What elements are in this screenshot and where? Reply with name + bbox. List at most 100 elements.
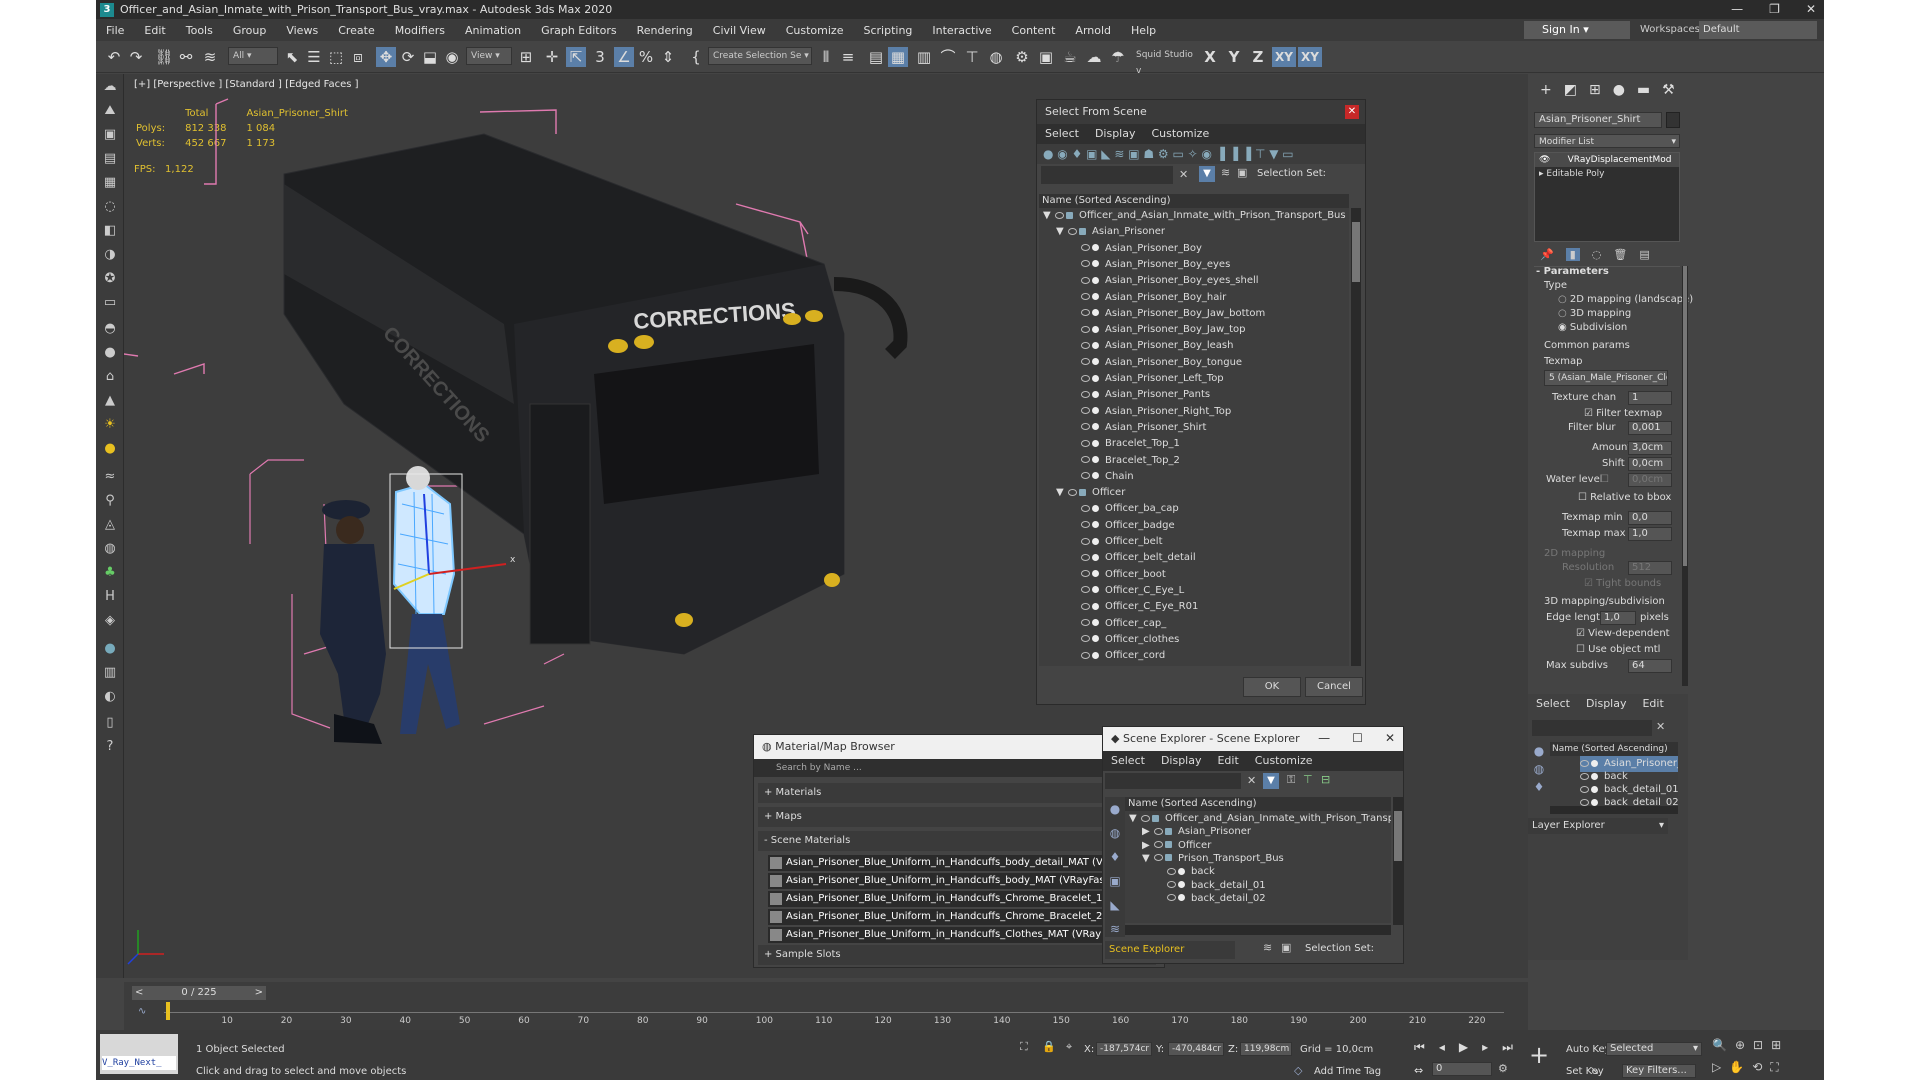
select-list-item[interactable]: Asian_Prisoner_Boy_eyes_shell [1069, 273, 1259, 289]
layer-search-clear-icon[interactable]: ✕ [1656, 720, 1665, 733]
timeline-track[interactable] [164, 1012, 1504, 1013]
select-list-item[interactable]: Asian_Prisoner_Boy [1069, 241, 1202, 257]
fur-icon[interactable]: ≈ [101, 468, 119, 486]
type-option-2d[interactable]: ○ 2D mapping (landscape) [1558, 294, 1693, 305]
window-crossing-icon[interactable]: ⧈ [348, 47, 368, 67]
select-list-item[interactable]: Officer_cord [1069, 648, 1165, 664]
percent-snap-icon[interactable]: % [636, 47, 656, 67]
visibility-eye-icon[interactable] [1081, 407, 1090, 415]
scene-menu-select[interactable]: Select [1111, 751, 1145, 771]
zoom-extents-all-icon[interactable]: ⊞ [1771, 1038, 1781, 1052]
sound-icon[interactable]: ◑ [101, 246, 119, 264]
link-icon[interactable]: ⛓ [154, 47, 174, 67]
layer-horizontal-scrollbar[interactable] [1550, 806, 1678, 814]
use-object-mtl-checkbox[interactable]: ☐ Use object mtl [1576, 644, 1660, 655]
menu-create[interactable]: Create [328, 24, 385, 37]
angle-snap-icon[interactable]: ∠ [614, 47, 634, 67]
max-subdivs-spinner[interactable]: 64 [1628, 659, 1672, 673]
view-dependent-checkbox[interactable]: ☑ View-dependent [1576, 628, 1670, 639]
texture-icon[interactable]: ◈ [101, 612, 119, 630]
current-frame-field[interactable]: 0 [1432, 1062, 1492, 1076]
water-level-checkbox[interactable]: ☐ [1600, 474, 1609, 485]
expand-arrow-icon[interactable]: ▼ [1056, 224, 1068, 240]
select-list-item[interactable]: Asian_Prisoner_Pants [1069, 387, 1210, 403]
select-list-item[interactable]: Asian_Prisoner_Boy_hair [1069, 290, 1226, 306]
minimize-icon[interactable]: — [1731, 0, 1743, 19]
visibility-eye-icon[interactable] [1081, 309, 1090, 317]
visibility-eye-icon[interactable] [1081, 341, 1090, 349]
plant-icon[interactable]: ♣ [101, 564, 119, 582]
menu-interactive[interactable]: Interactive [922, 24, 1001, 37]
scene-layers-icon[interactable]: ⊟ [1321, 773, 1330, 786]
select-list-item[interactable]: Officer_cap_ [1069, 616, 1166, 632]
configure-modifiers-icon[interactable]: ▤ [1639, 248, 1649, 261]
rendered-frame-icon[interactable]: ▣ [1036, 47, 1056, 67]
time-slider[interactable]: <0 / 225 > [132, 986, 266, 1000]
scene-filter-icon[interactable]: ▼ [1263, 773, 1279, 789]
visibility-eye-icon[interactable] [1081, 619, 1090, 626]
place-icon[interactable]: ◉ [442, 47, 462, 67]
texmap-max-spinner[interactable]: 1,0 [1628, 527, 1672, 541]
visibility-eye-icon[interactable] [1081, 276, 1090, 284]
sphere-icon[interactable]: ● [101, 344, 119, 362]
visibility-eye-icon[interactable] [1167, 881, 1176, 888]
modify-tab-icon[interactable]: ◩ [1564, 82, 1577, 98]
scene-horizontal-scrollbar[interactable] [1125, 925, 1391, 935]
visibility-eye-icon[interactable] [1081, 635, 1090, 643]
scene-list-header[interactable]: Name (Sorted Ascending) [1125, 797, 1391, 811]
scene-footer-hierarchy-icon[interactable]: ▣ [1281, 941, 1291, 954]
scene-explorer-close-icon[interactable]: ✕ [1385, 731, 1395, 745]
hierarchy-tab-icon[interactable]: ⊞ [1589, 82, 1601, 98]
x-coord-field[interactable]: -187,574cr [1096, 1042, 1152, 1056]
scene-menu-display[interactable]: Display [1161, 751, 1202, 771]
select-list-item[interactable]: Asian_Prisoner_Shirt [1069, 420, 1206, 436]
goto-end-icon[interactable]: ⏭ [1502, 1040, 1513, 1055]
visibility-eye-icon[interactable] [1081, 390, 1090, 398]
select-list-item[interactable]: ▼ Officer [1056, 485, 1125, 501]
add-time-tag-icon[interactable]: ◇ [1294, 1064, 1302, 1077]
schematic-view-icon[interactable]: ⊤ [962, 47, 982, 67]
visibility-eye-icon[interactable] [1081, 570, 1090, 578]
scene-menu-customize[interactable]: Customize [1255, 751, 1313, 771]
bind-spacewarp-icon[interactable]: ≋ [200, 47, 220, 67]
render-icon[interactable]: ✪ [101, 270, 119, 288]
scene-material-item[interactable]: Asian_Prisoner_Blue_Uniform_in_Handcuffs… [768, 927, 1152, 943]
maxscript-input[interactable]: V_Ray_Next_ [102, 1056, 176, 1070]
visibility-eye-icon[interactable] [1081, 651, 1090, 659]
menu-modifiers[interactable]: Modifiers [385, 24, 455, 37]
layer-list-item[interactable]: back_detail_02 [1580, 795, 1678, 806]
viewport-layout-icon[interactable]: ▣ [101, 126, 119, 144]
texture-chan-spinner[interactable]: 1 [1628, 391, 1672, 405]
water-level-spinner[interactable]: 0,0cm [1628, 473, 1672, 487]
named-selection-dropdown[interactable]: Create Selection Se ▾ [708, 47, 812, 65]
spinner-snap-icon[interactable]: ⇕ [658, 47, 678, 67]
make-unique-icon[interactable]: ◌ [1592, 248, 1602, 261]
teapot-icon[interactable]: ⌂ [101, 368, 119, 386]
rect-selection-icon[interactable]: ⬚ [326, 47, 346, 67]
scene-material-item[interactable]: Asian_Prisoner_Blue_Uniform_in_Handcuffs… [768, 855, 1152, 871]
goto-start-icon[interactable]: ⏮ [1414, 1040, 1425, 1055]
select-layers-icon[interactable]: ≋ [1221, 166, 1230, 179]
visibility-eye-icon[interactable] [1081, 456, 1090, 463]
select-object-icon[interactable]: ⬉ [282, 47, 302, 67]
select-list-item[interactable]: Officer_clothes [1069, 632, 1179, 648]
help-icon[interactable]: ? [101, 738, 119, 756]
menu-scripting[interactable]: Scripting [853, 24, 922, 37]
sun-icon[interactable]: ☀ [101, 416, 119, 434]
key-mode-icon[interactable]: ⇔ [1414, 1064, 1423, 1077]
visibility-eye-icon[interactable] [1068, 227, 1077, 235]
scene-material-item[interactable]: Asian_Prisoner_Blue_Uniform_in_Handcuffs… [768, 909, 1152, 925]
visibility-eye-icon[interactable] [1068, 488, 1077, 496]
unlink-icon[interactable]: ⚯ [176, 47, 196, 67]
select-menu-customize[interactable]: Customize [1151, 124, 1209, 144]
render-cloud-icon[interactable]: ☂ [1108, 47, 1128, 67]
expand-arrow-icon[interactable]: ▼ [1043, 208, 1055, 224]
close-icon[interactable]: ✕ [1806, 0, 1816, 19]
scene-explorer-minimize-icon[interactable]: — [1318, 731, 1330, 745]
expand-arrow-icon[interactable]: ▼ [1129, 811, 1141, 827]
texmap-min-spinner[interactable]: 0,0 [1628, 511, 1672, 525]
prev-key-icon[interactable]: ◂ [1439, 1040, 1445, 1055]
ambient-light-icon[interactable]: ● [101, 440, 119, 458]
select-list-item[interactable]: Asian_Prisoner_Right_Top [1069, 404, 1231, 420]
layer-list-header[interactable]: Name (Sorted Ascending) [1550, 742, 1678, 756]
